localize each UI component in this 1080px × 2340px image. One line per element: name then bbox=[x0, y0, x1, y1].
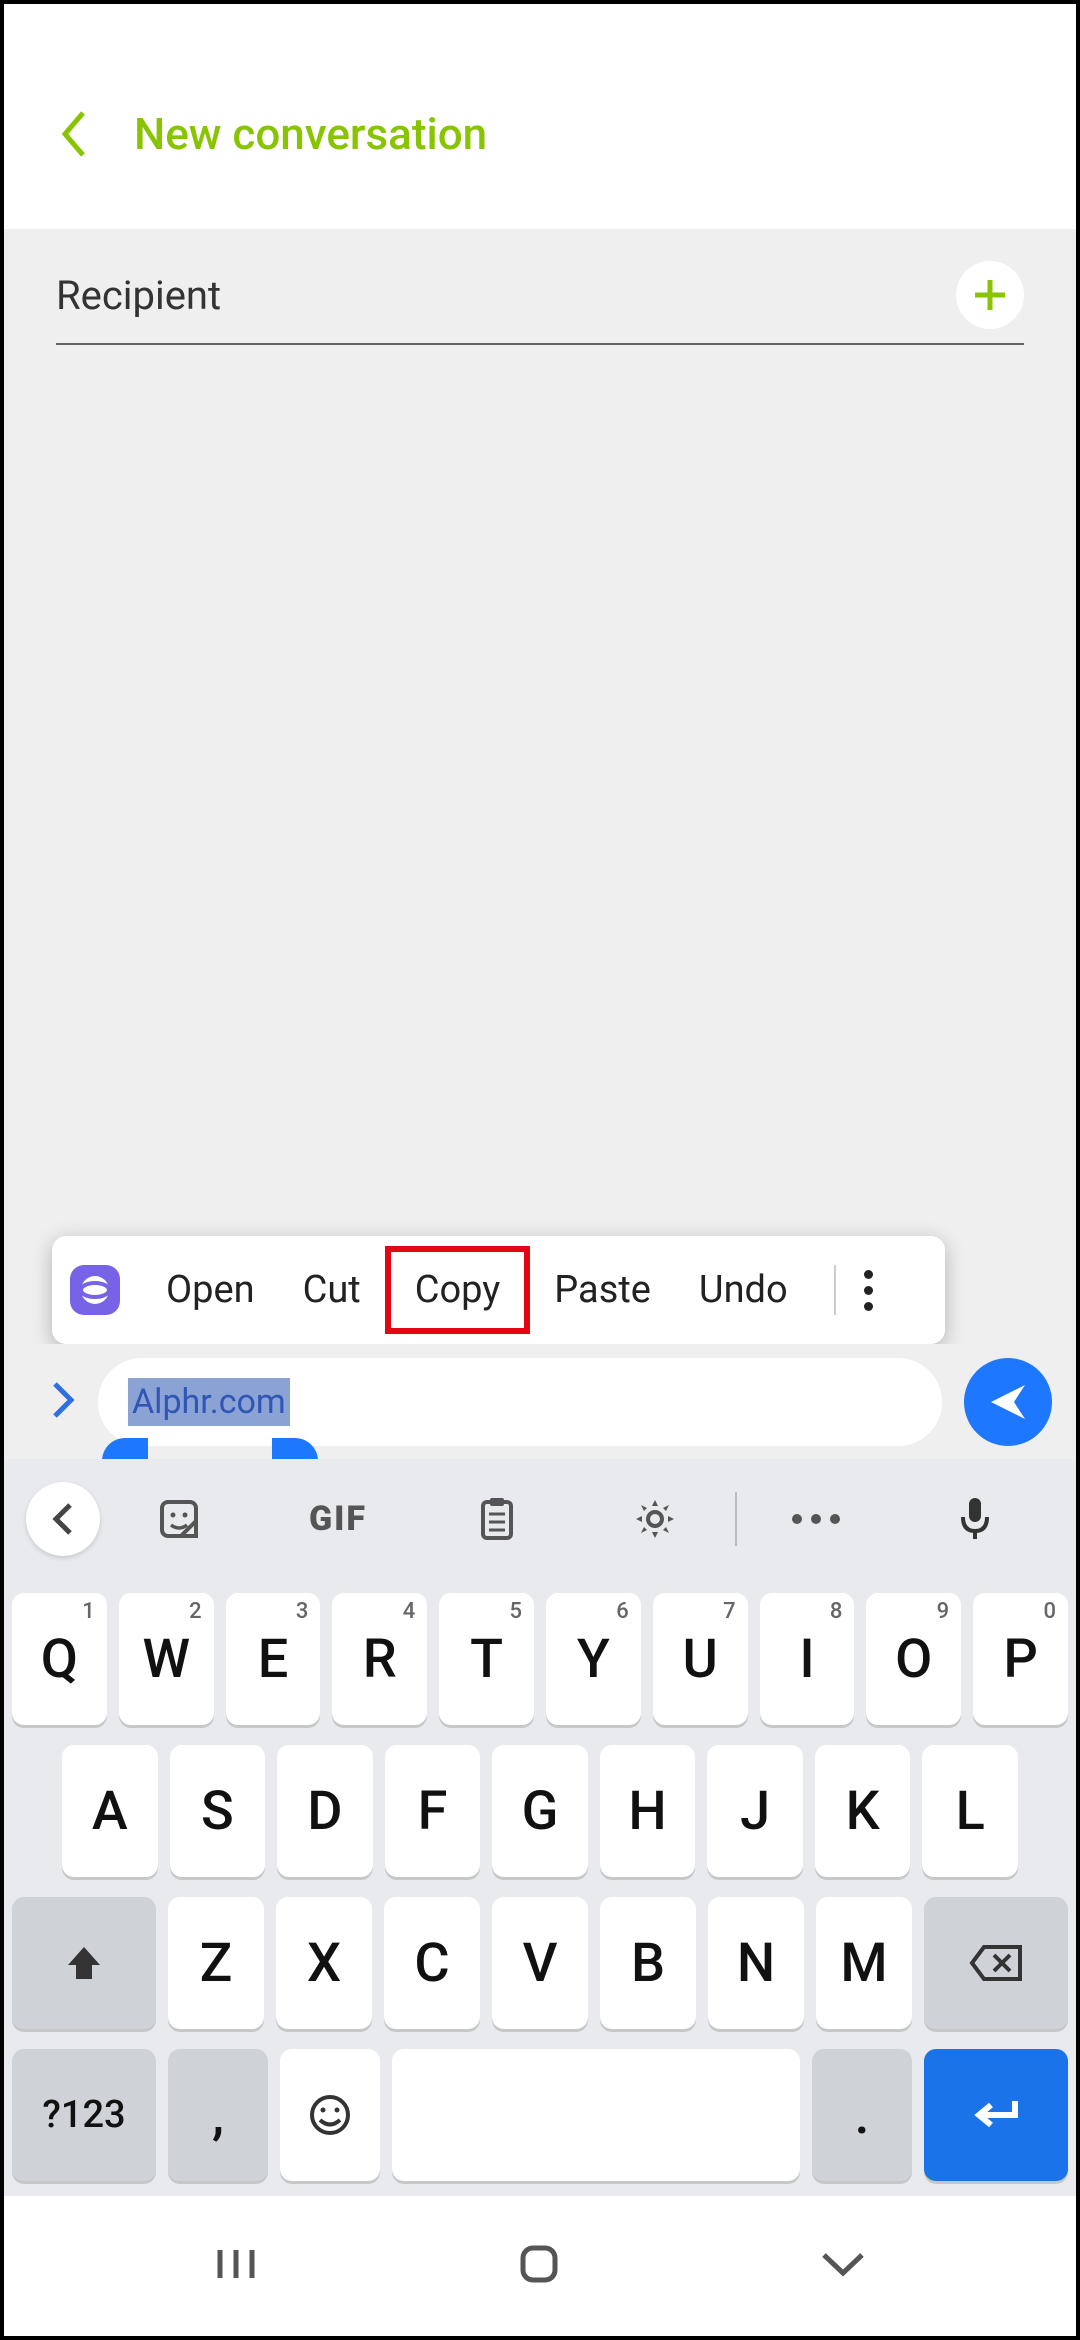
home-button[interactable] bbox=[517, 2242, 561, 2290]
key-q[interactable]: Q1 bbox=[12, 1593, 107, 1725]
key-z[interactable]: Z bbox=[168, 1897, 264, 2029]
context-undo[interactable]: Undo bbox=[675, 1258, 812, 1322]
key-g[interactable]: G bbox=[492, 1745, 588, 1877]
sticker-button[interactable] bbox=[100, 1497, 259, 1541]
context-more-button[interactable] bbox=[850, 1270, 887, 1311]
context-copy[interactable]: Copy bbox=[385, 1246, 531, 1334]
key-i[interactable]: I8 bbox=[760, 1593, 855, 1725]
divider bbox=[834, 1265, 836, 1315]
more-tools-button[interactable] bbox=[737, 1514, 896, 1524]
voice-input-button[interactable] bbox=[895, 1495, 1054, 1543]
key-t[interactable]: T5 bbox=[439, 1593, 534, 1725]
emoji-key[interactable] bbox=[280, 2049, 380, 2181]
send-button[interactable] bbox=[964, 1358, 1052, 1446]
recipient-bar: Recipient bbox=[4, 229, 1076, 345]
key-v[interactable]: V bbox=[492, 1897, 588, 2029]
key-u[interactable]: U7 bbox=[653, 1593, 748, 1725]
key-x[interactable]: X bbox=[276, 1897, 372, 2029]
add-recipient-button[interactable] bbox=[956, 261, 1024, 329]
back-button[interactable] bbox=[59, 109, 89, 159]
key-d[interactable]: D bbox=[277, 1745, 373, 1877]
key-b[interactable]: B bbox=[600, 1897, 696, 2029]
key-l[interactable]: L bbox=[922, 1745, 1018, 1877]
key-w[interactable]: W2 bbox=[119, 1593, 214, 1725]
key-s[interactable]: S bbox=[170, 1745, 266, 1877]
enter-key[interactable] bbox=[924, 2049, 1068, 2181]
key-h[interactable]: H bbox=[600, 1745, 696, 1877]
symbols-key[interactable]: ?123 bbox=[12, 2049, 156, 2181]
key-p[interactable]: P0 bbox=[973, 1593, 1068, 1725]
key-a[interactable]: A bbox=[62, 1745, 158, 1877]
key-f[interactable]: F bbox=[385, 1745, 481, 1877]
key-e[interactable]: E3 bbox=[226, 1593, 321, 1725]
samsung-internet-icon bbox=[70, 1265, 120, 1315]
expand-input-button[interactable] bbox=[50, 1380, 76, 1424]
keyboard-collapse-button[interactable] bbox=[26, 1482, 100, 1556]
recipient-field[interactable]: Recipient bbox=[56, 272, 221, 319]
context-cut[interactable]: Cut bbox=[279, 1258, 385, 1322]
key-o[interactable]: O9 bbox=[866, 1593, 961, 1725]
keyboard-toolbar: GIF bbox=[4, 1459, 1076, 1579]
key-y[interactable]: Y6 bbox=[546, 1593, 641, 1725]
keyboard: Q1W2E3R4T5Y6U7I8O9P0 ASDFGHJKL ZXCVBNM ?… bbox=[4, 1579, 1076, 2196]
app-header: New conversation bbox=[4, 4, 1076, 229]
space-key[interactable] bbox=[392, 2049, 800, 2181]
gif-button[interactable]: GIF bbox=[259, 1499, 418, 1539]
key-k[interactable]: K bbox=[815, 1745, 911, 1877]
context-paste[interactable]: Paste bbox=[530, 1258, 675, 1322]
key-j[interactable]: J bbox=[707, 1745, 803, 1877]
key-m[interactable]: M bbox=[816, 1897, 912, 2029]
key-c[interactable]: C bbox=[384, 1897, 480, 2029]
message-input[interactable]: Alphr.com bbox=[98, 1358, 942, 1446]
period-key[interactable]: . bbox=[812, 2049, 912, 2181]
page-title: New conversation bbox=[134, 108, 487, 160]
recents-button[interactable] bbox=[212, 2244, 260, 2288]
system-nav-bar bbox=[4, 2196, 1076, 2336]
clipboard-button[interactable] bbox=[417, 1496, 576, 1542]
backspace-key[interactable] bbox=[924, 1897, 1068, 2029]
comma-key[interactable]: , bbox=[168, 2049, 268, 2181]
context-open[interactable]: Open bbox=[142, 1258, 279, 1322]
settings-button[interactable] bbox=[576, 1496, 735, 1542]
shift-key[interactable] bbox=[12, 1897, 156, 2029]
back-nav-button[interactable] bbox=[818, 2249, 868, 2283]
key-r[interactable]: R4 bbox=[332, 1593, 427, 1725]
text-context-menu: Open Cut Copy Paste Undo bbox=[52, 1236, 945, 1344]
key-n[interactable]: N bbox=[708, 1897, 804, 2029]
selected-text: Alphr.com bbox=[128, 1378, 290, 1426]
compose-row: Alphr.com bbox=[4, 1344, 1076, 1459]
